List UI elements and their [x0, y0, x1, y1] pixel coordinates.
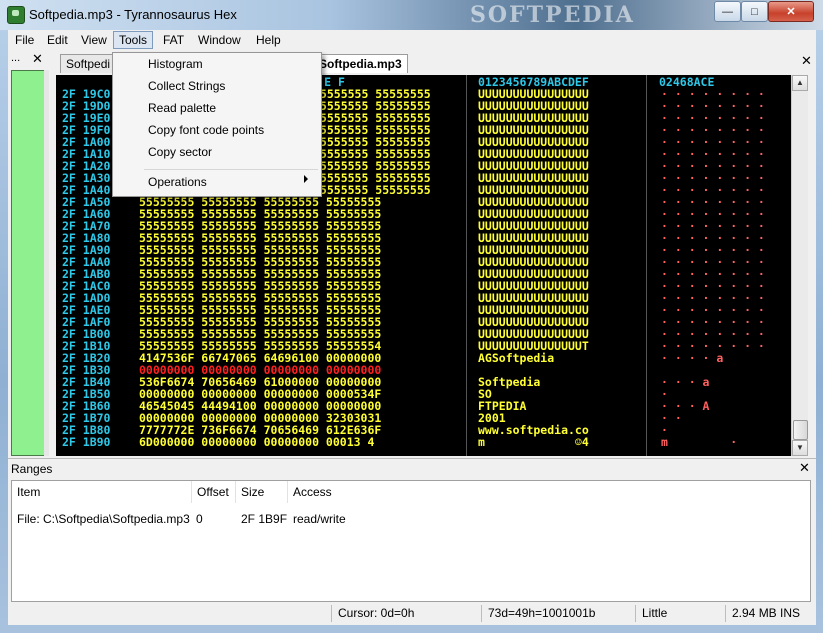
- close-tab-icon[interactable]: ✕: [801, 53, 812, 69]
- scroll-up-icon[interactable]: ▲: [792, 75, 808, 91]
- menu-item-copy-font-code-points[interactable]: Copy font code points: [148, 120, 264, 140]
- menu-view[interactable]: View: [76, 32, 112, 48]
- menu-bar: File Edit View Tools FAT Window Help: [8, 30, 816, 50]
- scroll-down-icon[interactable]: ▼: [792, 440, 808, 456]
- menu-item-collect-strings[interactable]: Collect Strings: [148, 76, 225, 96]
- tab-softpedi[interactable]: Softpedi: [60, 54, 117, 73]
- menu-tools[interactable]: Tools: [113, 31, 154, 49]
- col-item[interactable]: Item: [12, 481, 192, 503]
- submenu-arrow-icon: [304, 175, 308, 183]
- menu-separator: [144, 169, 318, 170]
- ascii-even-divider: [646, 75, 647, 456]
- ranges-title: Ranges: [11, 462, 53, 476]
- menu-file[interactable]: File: [10, 32, 39, 48]
- maximize-button[interactable]: □: [741, 1, 768, 22]
- app-window: Softpedia.mp3 - Tyrannosaurus Hex SOFTPE…: [0, 0, 823, 633]
- close-icon[interactable]: ✕: [32, 51, 43, 67]
- col-offset[interactable]: Offset: [192, 481, 236, 503]
- menu-fat[interactable]: FAT: [158, 32, 189, 48]
- status-size: 2.94 MB INS: [725, 605, 816, 622]
- range-offset: 0: [196, 512, 203, 526]
- hex-vertical-scrollbar[interactable]: ▲ ▼: [791, 75, 808, 456]
- tools-menu: Histogram Collect Strings Read palette C…: [112, 52, 322, 197]
- status-cursor: Cursor: 0d=0h: [331, 605, 478, 622]
- status-bar: Cursor: 0d=0h 73d=49h=1001001b Little 2.…: [8, 602, 816, 625]
- row-ascii[interactable]: AGSoftpedia: [478, 352, 554, 364]
- left-panel-label: ...: [11, 52, 21, 64]
- minimize-button[interactable]: —: [714, 1, 741, 22]
- close-ranges-icon[interactable]: ✕: [799, 460, 810, 476]
- status-value: 73d=49h=1001001b: [481, 605, 638, 622]
- tab-softpedia-mp3[interactable]: Softpedia.mp3: [313, 54, 408, 73]
- row-even-bytes: · · · a: [661, 375, 710, 389]
- row-even-bytes: m ·: [661, 435, 738, 449]
- close-button[interactable]: ✕: [768, 1, 814, 22]
- menu-item-histogram[interactable]: Histogram: [148, 54, 203, 74]
- status-endian: Little: [635, 605, 722, 622]
- overview-bar[interactable]: [11, 70, 45, 456]
- menu-window[interactable]: Window: [193, 32, 246, 48]
- row-ascii[interactable]: m ☺4: [478, 436, 589, 448]
- menu-edit[interactable]: Edit: [42, 32, 73, 48]
- row-even-bytes: · · · · a: [661, 351, 724, 365]
- col-size[interactable]: Size: [236, 481, 288, 503]
- app-icon[interactable]: [7, 6, 25, 24]
- overview-scrollbar[interactable]: [44, 70, 49, 456]
- scroll-thumb[interactable]: [793, 420, 808, 440]
- menu-help[interactable]: Help: [251, 32, 286, 48]
- menu-item-operations[interactable]: Operations: [148, 172, 207, 192]
- watermark: SOFTPEDIA: [470, 2, 635, 28]
- range-item[interactable]: File: C:\Softpedia\Softpedia.mp3: [17, 511, 190, 527]
- menu-item-copy-sector[interactable]: Copy sector: [148, 142, 212, 162]
- row-address[interactable]: 2F 1B90: [62, 436, 110, 448]
- range-size: 2F 1B9F: [241, 512, 288, 526]
- left-panel-header: ... ✕: [8, 51, 48, 68]
- range-access: read/write: [293, 512, 346, 526]
- ranges-header: Ranges ✕: [8, 458, 816, 479]
- window-title: Softpedia.mp3 - Tyrannosaurus Hex: [29, 7, 237, 22]
- title-bar[interactable]: Softpedia.mp3 - Tyrannosaurus Hex SOFTPE…: [0, 0, 823, 30]
- col-access[interactable]: Access: [288, 481, 393, 503]
- menu-item-read-palette[interactable]: Read palette: [148, 98, 216, 118]
- row-hex-bytes[interactable]: 6D000000 00000000 00000000 00013 4: [139, 436, 374, 448]
- ranges-list[interactable]: Item Offset Size Access File: C:\Softped…: [11, 480, 811, 602]
- hex-ascii-divider: [466, 75, 467, 456]
